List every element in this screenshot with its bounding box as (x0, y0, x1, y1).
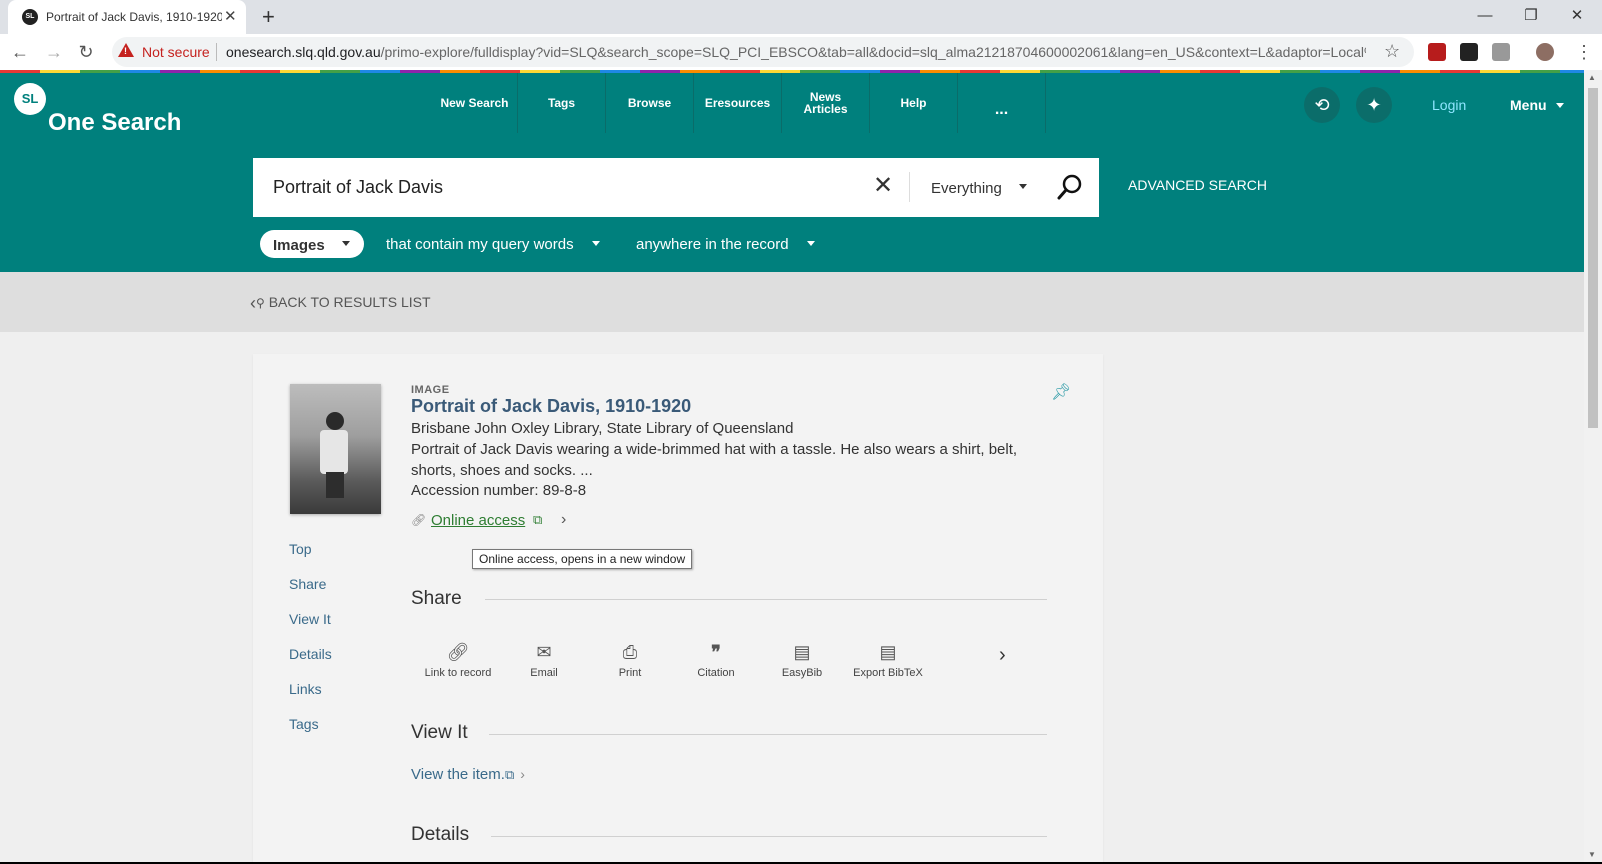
browser-tab[interactable]: SL Portrait of Jack Davis, 1910-1920 ✕ (8, 0, 246, 34)
nav-more[interactable]: ... (958, 73, 1046, 133)
details-heading: Details (411, 824, 470, 845)
logo-text[interactable]: One Search (48, 109, 181, 137)
sidenav-top[interactable]: Top (289, 541, 312, 557)
filter-caret-icon (342, 241, 350, 246)
vertical-scrollbar[interactable]: ▲ ▼ (1584, 70, 1602, 862)
email-button[interactable]: ✉ Email (501, 640, 587, 679)
profile-avatar[interactable] (1536, 43, 1554, 61)
more-actions-chevron-icon[interactable]: › (999, 644, 1006, 667)
nav-help[interactable]: Help (870, 73, 958, 133)
back-bar: ‹⚲ BACK TO RESULTS LIST (0, 272, 1584, 332)
document-icon: ▤ (793, 642, 811, 662)
tab-title: Portrait of Jack Davis, 1910-1920 (46, 10, 222, 24)
email-icon: ✉ (536, 642, 552, 662)
layers-extension-icon[interactable] (1460, 43, 1478, 61)
chevron-right-icon: › (561, 511, 567, 528)
tab-strip: SL Portrait of Jack Davis, 1910-1920 ✕ +… (0, 0, 1602, 34)
reload-icon[interactable]: ↻ (74, 40, 98, 64)
pin-icon[interactable]: ✦ (1356, 87, 1392, 123)
login-link[interactable]: Login (1432, 97, 1466, 113)
match-caret-icon (592, 241, 600, 246)
record-card: IMAGE Portrait of Jack Davis, 1910-1920 … (253, 354, 1103, 862)
security-label[interactable]: Not secure (142, 44, 210, 60)
address-bar[interactable]: ! Not secure onesearch.slq.qld.gov.au/pr… (112, 37, 1414, 67)
quote-icon: ❞ (711, 642, 721, 662)
field-filter[interactable]: anywhere in the record (636, 236, 789, 253)
search-history-icon[interactable]: ⟲ (1304, 87, 1340, 123)
scope-caret-icon (1019, 184, 1027, 189)
url-text[interactable]: onesearch.slq.qld.gov.au/primo-explore/f… (226, 44, 1366, 60)
search-box: Portrait of Jack Davis ✕ Everything (253, 158, 1099, 217)
record-description: Portrait of Jack Davis wearing a wide-br… (411, 441, 1018, 479)
export-bibtex-button[interactable]: ▤ Export BibTeX (845, 640, 931, 679)
page: SL One Search New Search Tags Browse Ere… (0, 70, 1584, 862)
nav-news-articles[interactable]: News Articles (782, 73, 870, 133)
search-icon[interactable] (1055, 172, 1085, 202)
sidenav-share[interactable]: Share (289, 576, 326, 592)
print-button[interactable]: ⎙ Print (587, 640, 673, 679)
view-item-link[interactable]: View the item.⧉ › (411, 766, 525, 783)
resource-type-filter[interactable]: Images (260, 230, 364, 258)
view-it-heading: View It (411, 722, 468, 743)
external-link-icon: ⧉ (533, 512, 543, 527)
back-arrow-icon[interactable]: ← (8, 40, 32, 64)
record-location: Brisbane John Oxley Library, State Libra… (411, 420, 794, 437)
nav-browse[interactable]: Browse (606, 73, 694, 133)
browser-chrome: SL Portrait of Jack Davis, 1910-1920 ✕ +… (0, 0, 1602, 70)
sidenav-view-it[interactable]: View It (289, 611, 331, 627)
nav-eresources[interactable]: Eresources (694, 73, 782, 133)
scroll-down-icon: ▼ (1588, 850, 1596, 859)
link-icon: 🔗︎ (411, 513, 427, 527)
restore-icon[interactable]: ❐ (1508, 4, 1554, 28)
clear-search-icon[interactable]: ✕ (873, 172, 893, 200)
search-small-icon: ⚲ (256, 296, 265, 310)
scroll-up-icon: ▲ (1588, 73, 1596, 82)
share-heading: Share (411, 588, 462, 609)
sidenav-tags[interactable]: Tags (289, 716, 319, 732)
record-title[interactable]: Portrait of Jack Davis, 1910-1920 (411, 396, 691, 417)
site-favicon-icon: SL (22, 9, 38, 25)
search-scope-select[interactable]: Everything (931, 180, 1002, 197)
link-to-record-button[interactable]: 🔗︎ Link to record (415, 640, 501, 679)
record-type: IMAGE (411, 384, 450, 396)
export-icon: ▤ (879, 642, 897, 662)
slq-logo[interactable]: SL (14, 83, 46, 115)
forward-arrow-icon[interactable]: → (42, 40, 66, 64)
pdf-extension-icon[interactable] (1428, 43, 1446, 61)
easybib-button[interactable]: ▤ EasyBib (759, 640, 845, 679)
menu-button[interactable]: Menu (1510, 97, 1547, 113)
online-access-tooltip: Online access, opens in a new window (472, 549, 693, 569)
chevron-right-icon: › (520, 766, 525, 782)
new-tab-button[interactable]: + (262, 6, 275, 28)
field-caret-icon (807, 241, 815, 246)
bookmark-star-icon[interactable]: ☆ (1384, 41, 1400, 62)
browser-menu-icon[interactable]: ⋮ (1572, 40, 1596, 64)
search-input[interactable]: Portrait of Jack Davis (273, 177, 443, 198)
tab-close-icon[interactable]: ✕ (224, 9, 237, 25)
sidenav-details[interactable]: Details (289, 646, 332, 662)
print-icon: ⎙ (622, 642, 638, 662)
advanced-search-link[interactable]: ADVANCED SEARCH (1128, 177, 1267, 193)
external-link-icon: ⧉ (504, 767, 515, 782)
pin-record-icon[interactable]: 📌︎ (1051, 382, 1071, 402)
match-filter[interactable]: that contain my query words (386, 236, 574, 253)
nav-tags[interactable]: Tags (518, 73, 606, 133)
record-thumbnail[interactable] (290, 384, 381, 514)
nav-new-search[interactable]: New Search (432, 73, 518, 133)
back-to-results-link[interactable]: ‹⚲ BACK TO RESULTS LIST (250, 293, 431, 314)
sidenav-links[interactable]: Links (289, 681, 322, 697)
record-accession: Accession number: 89-8-8 (411, 482, 587, 499)
menu-caret-icon (1556, 103, 1564, 108)
site-header: SL One Search New Search Tags Browse Ere… (0, 73, 1584, 272)
browser-toolbar: ← → ↻ ! Not secure onesearch.slq.qld.gov… (0, 34, 1602, 70)
code-extension-icon[interactable] (1492, 43, 1510, 61)
minimize-icon[interactable]: — (1462, 4, 1508, 28)
citation-button[interactable]: ❞ Citation (673, 640, 759, 679)
window-close-icon[interactable]: ✕ (1554, 4, 1600, 28)
link-icon: 🔗︎ (446, 642, 470, 662)
scrollbar-thumb[interactable] (1588, 88, 1598, 428)
